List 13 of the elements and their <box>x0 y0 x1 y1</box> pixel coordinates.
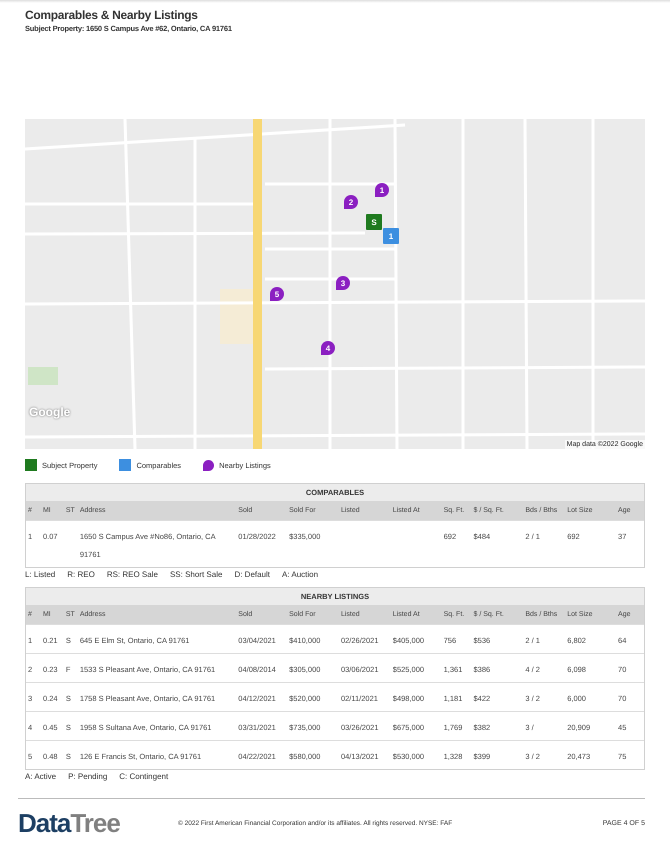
report-title: Comparables & Nearby Listings <box>25 8 199 22</box>
datatree-logo: DataTree <box>18 808 121 838</box>
status-key: L: Listed <box>25 570 56 579</box>
status-key: A: Auction <box>282 570 318 579</box>
status-key: D: Default <box>234 570 270 579</box>
map-provider-logo: Google <box>29 405 70 419</box>
status-key: C: Contingent <box>119 772 168 781</box>
status-key: R: REO <box>67 570 95 579</box>
status-key: A: Active <box>25 772 56 781</box>
subject-property-marker[interactable]: S <box>366 214 382 230</box>
status-key: P: Pending <box>68 772 108 781</box>
status-key: SS: Short Sale <box>170 570 222 579</box>
status-key: RS: REO Sale <box>106 570 158 579</box>
